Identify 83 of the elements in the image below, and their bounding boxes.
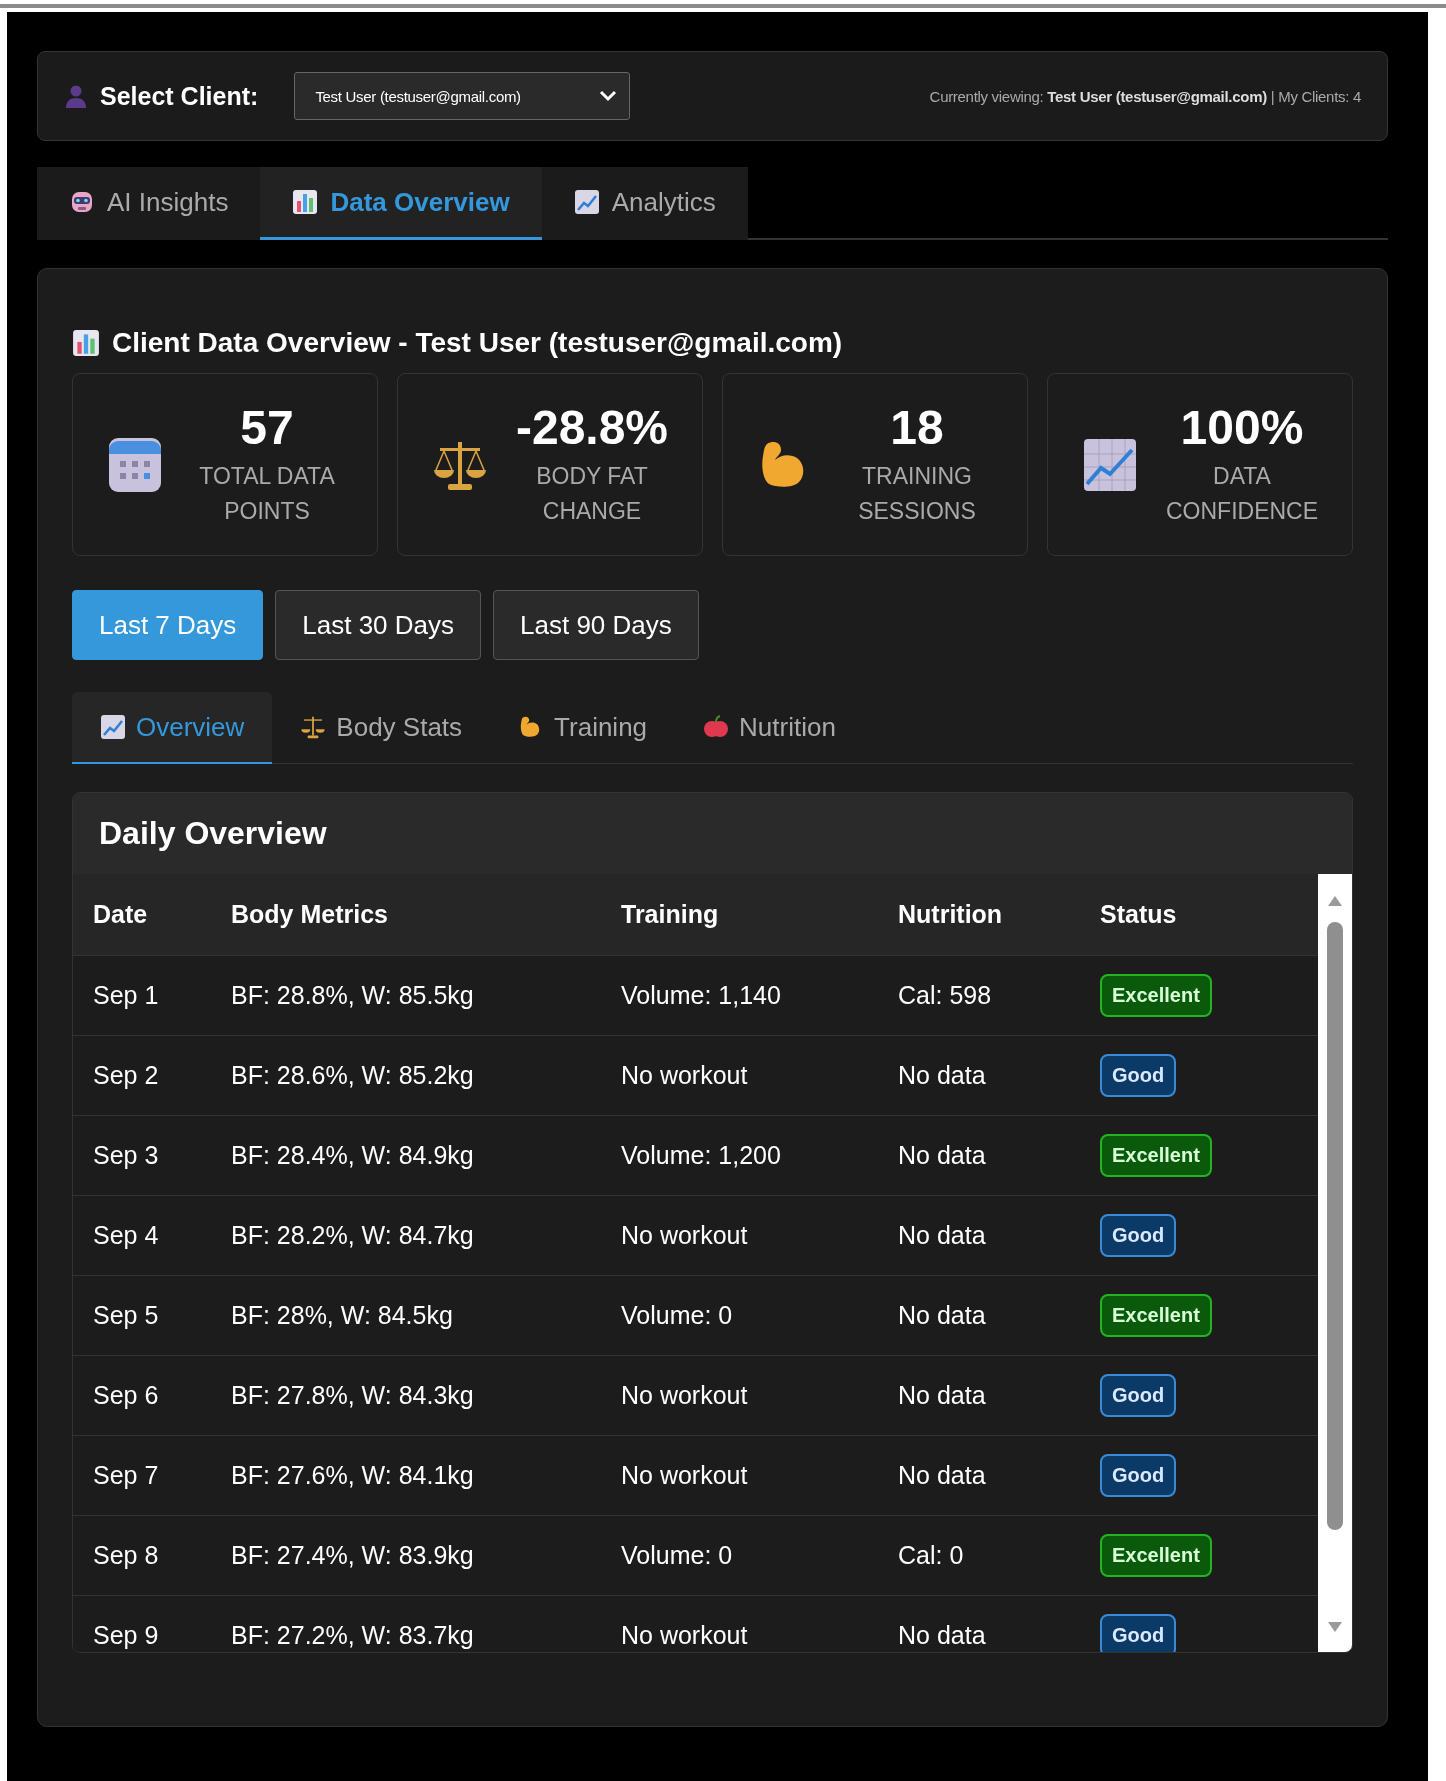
table-cell-text: Sep 9 xyxy=(92,1621,160,1650)
calendar-icon xyxy=(107,435,163,494)
column-header: Body Metrics xyxy=(231,900,389,929)
table-cell-text: No data xyxy=(898,1301,987,1330)
table-cell-text: BF: 28.6%, W: 85.2kg xyxy=(231,1061,475,1090)
column-header: Nutrition xyxy=(898,900,1004,929)
table-cell-text: Sep 5 xyxy=(92,1301,160,1330)
stat-label: TOTAL DATA POINTS xyxy=(198,462,336,526)
scrollbar[interactable] xyxy=(1318,874,1352,1652)
tab[interactable]: Analytics xyxy=(541,167,748,240)
table-cell-text: No data xyxy=(898,1221,987,1250)
table-cell-text: Volume: 0 xyxy=(621,1541,734,1570)
stat-label: BODY FAT CHANGE xyxy=(535,462,649,526)
tab[interactable]: Nutrition xyxy=(675,692,864,764)
stat-value: -28.8% xyxy=(515,400,669,455)
table-cell-text: No workout xyxy=(621,1381,749,1410)
tab[interactable]: Overview xyxy=(72,692,273,764)
table-cell-text: No data xyxy=(898,1061,987,1090)
robot-icon xyxy=(69,189,95,215)
line-chart-icon xyxy=(100,714,126,740)
table-cell-text: BF: 28.8%, W: 85.5kg xyxy=(231,981,475,1010)
table-cell-text: No workout xyxy=(621,1461,749,1490)
balance-scale-icon xyxy=(300,714,327,740)
overview-title: Client Data Overview - Test User (testuser@gmail.com) xyxy=(112,327,843,359)
table-cell-text: Sep 8 xyxy=(92,1541,160,1570)
column-header: Date xyxy=(92,900,149,929)
table-cell-text: BF: 27.4%, W: 83.9kg xyxy=(231,1541,475,1570)
status-badge: Excellent xyxy=(1100,1534,1212,1577)
apple-icon xyxy=(703,714,730,740)
table-cell-text: BF: 28.4%, W: 84.9kg xyxy=(231,1141,475,1170)
table-cell-text: Sep 7 xyxy=(92,1461,160,1490)
status-badge: Good xyxy=(1100,1374,1177,1417)
table-cell-text: No data xyxy=(898,1461,987,1490)
tab[interactable]: Data Overview xyxy=(260,167,542,240)
table-cell-text: Sep 4 xyxy=(92,1221,160,1250)
table-cell-text: No workout xyxy=(621,1621,749,1650)
stat-label: DATA CONFIDENCE xyxy=(1164,462,1320,526)
bar-chart-icon xyxy=(292,189,319,215)
person-icon xyxy=(64,83,88,109)
stat-label: TRAINING SESSIONS xyxy=(857,462,977,526)
status-badge: Good xyxy=(1100,1054,1177,1097)
table-cell-text: Sep 3 xyxy=(92,1141,160,1170)
stat-value: 18 xyxy=(890,400,944,455)
column-header: Status xyxy=(1100,900,1178,929)
table-cell-text: Cal: 598 xyxy=(898,981,993,1010)
table-cell-text: Volume: 1,140 xyxy=(621,981,782,1010)
table-cell-text: No workout xyxy=(621,1221,749,1250)
stat-value: 57 xyxy=(240,400,294,455)
bar-chart-icon xyxy=(72,329,100,357)
column-header: Training xyxy=(621,900,720,929)
table-cell-text: BF: 27.8%, W: 84.3kg xyxy=(231,1381,475,1410)
select-client-label: Select Client: xyxy=(100,81,259,111)
date-range-button[interactable]: Last 90 Days xyxy=(493,590,699,660)
table-cell-text: Volume: 0 xyxy=(621,1301,734,1330)
table-cell-text: Sep 2 xyxy=(92,1061,160,1090)
table-cell-text: Sep 1 xyxy=(92,981,160,1010)
table-cell-text: No data xyxy=(898,1141,987,1170)
status-badge: Good xyxy=(1100,1614,1177,1652)
table-cell-text: Volume: 1,200 xyxy=(621,1141,782,1170)
table-cell-text: No workout xyxy=(621,1061,749,1090)
table-cell-text: BF: 27.6%, W: 84.1kg xyxy=(231,1461,475,1490)
table-cell-text: BF: 28.2%, W: 84.7kg xyxy=(231,1221,475,1250)
stat-value: 100% xyxy=(1180,400,1304,455)
status-badge: Good xyxy=(1100,1214,1177,1257)
table-cell-text: Cal: 0 xyxy=(898,1541,965,1570)
status-badge: Excellent xyxy=(1100,974,1212,1017)
viewing-text: Currently viewing: Test User (testuser@gmail.com) | My Clients: 4 xyxy=(929,87,1361,105)
status-badge: Excellent xyxy=(1100,1134,1212,1177)
status-badge: Excellent xyxy=(1100,1294,1212,1337)
date-range-button[interactable]: Last 30 Days xyxy=(275,590,482,660)
line-chart-icon xyxy=(573,189,600,215)
table-cell-text: Sep 6 xyxy=(92,1381,160,1410)
table-cell-text: BF: 27.2%, W: 83.7kg xyxy=(231,1621,475,1650)
status-badge: Good xyxy=(1100,1454,1177,1497)
tab[interactable]: Body Stats xyxy=(272,692,491,764)
client-select[interactable]: Test User (testuser@gmail.com) xyxy=(294,72,631,120)
table-cell-text: BF: 28%, W: 84.5kg xyxy=(231,1301,454,1330)
table-title: Daily Overview xyxy=(99,815,327,852)
tab[interactable]: Training xyxy=(490,692,676,764)
chevron-down-icon xyxy=(599,90,618,102)
tab[interactable]: AI Insights xyxy=(37,167,261,240)
table-cell-text: No data xyxy=(898,1621,987,1650)
table-cell-text: No data xyxy=(898,1381,987,1410)
